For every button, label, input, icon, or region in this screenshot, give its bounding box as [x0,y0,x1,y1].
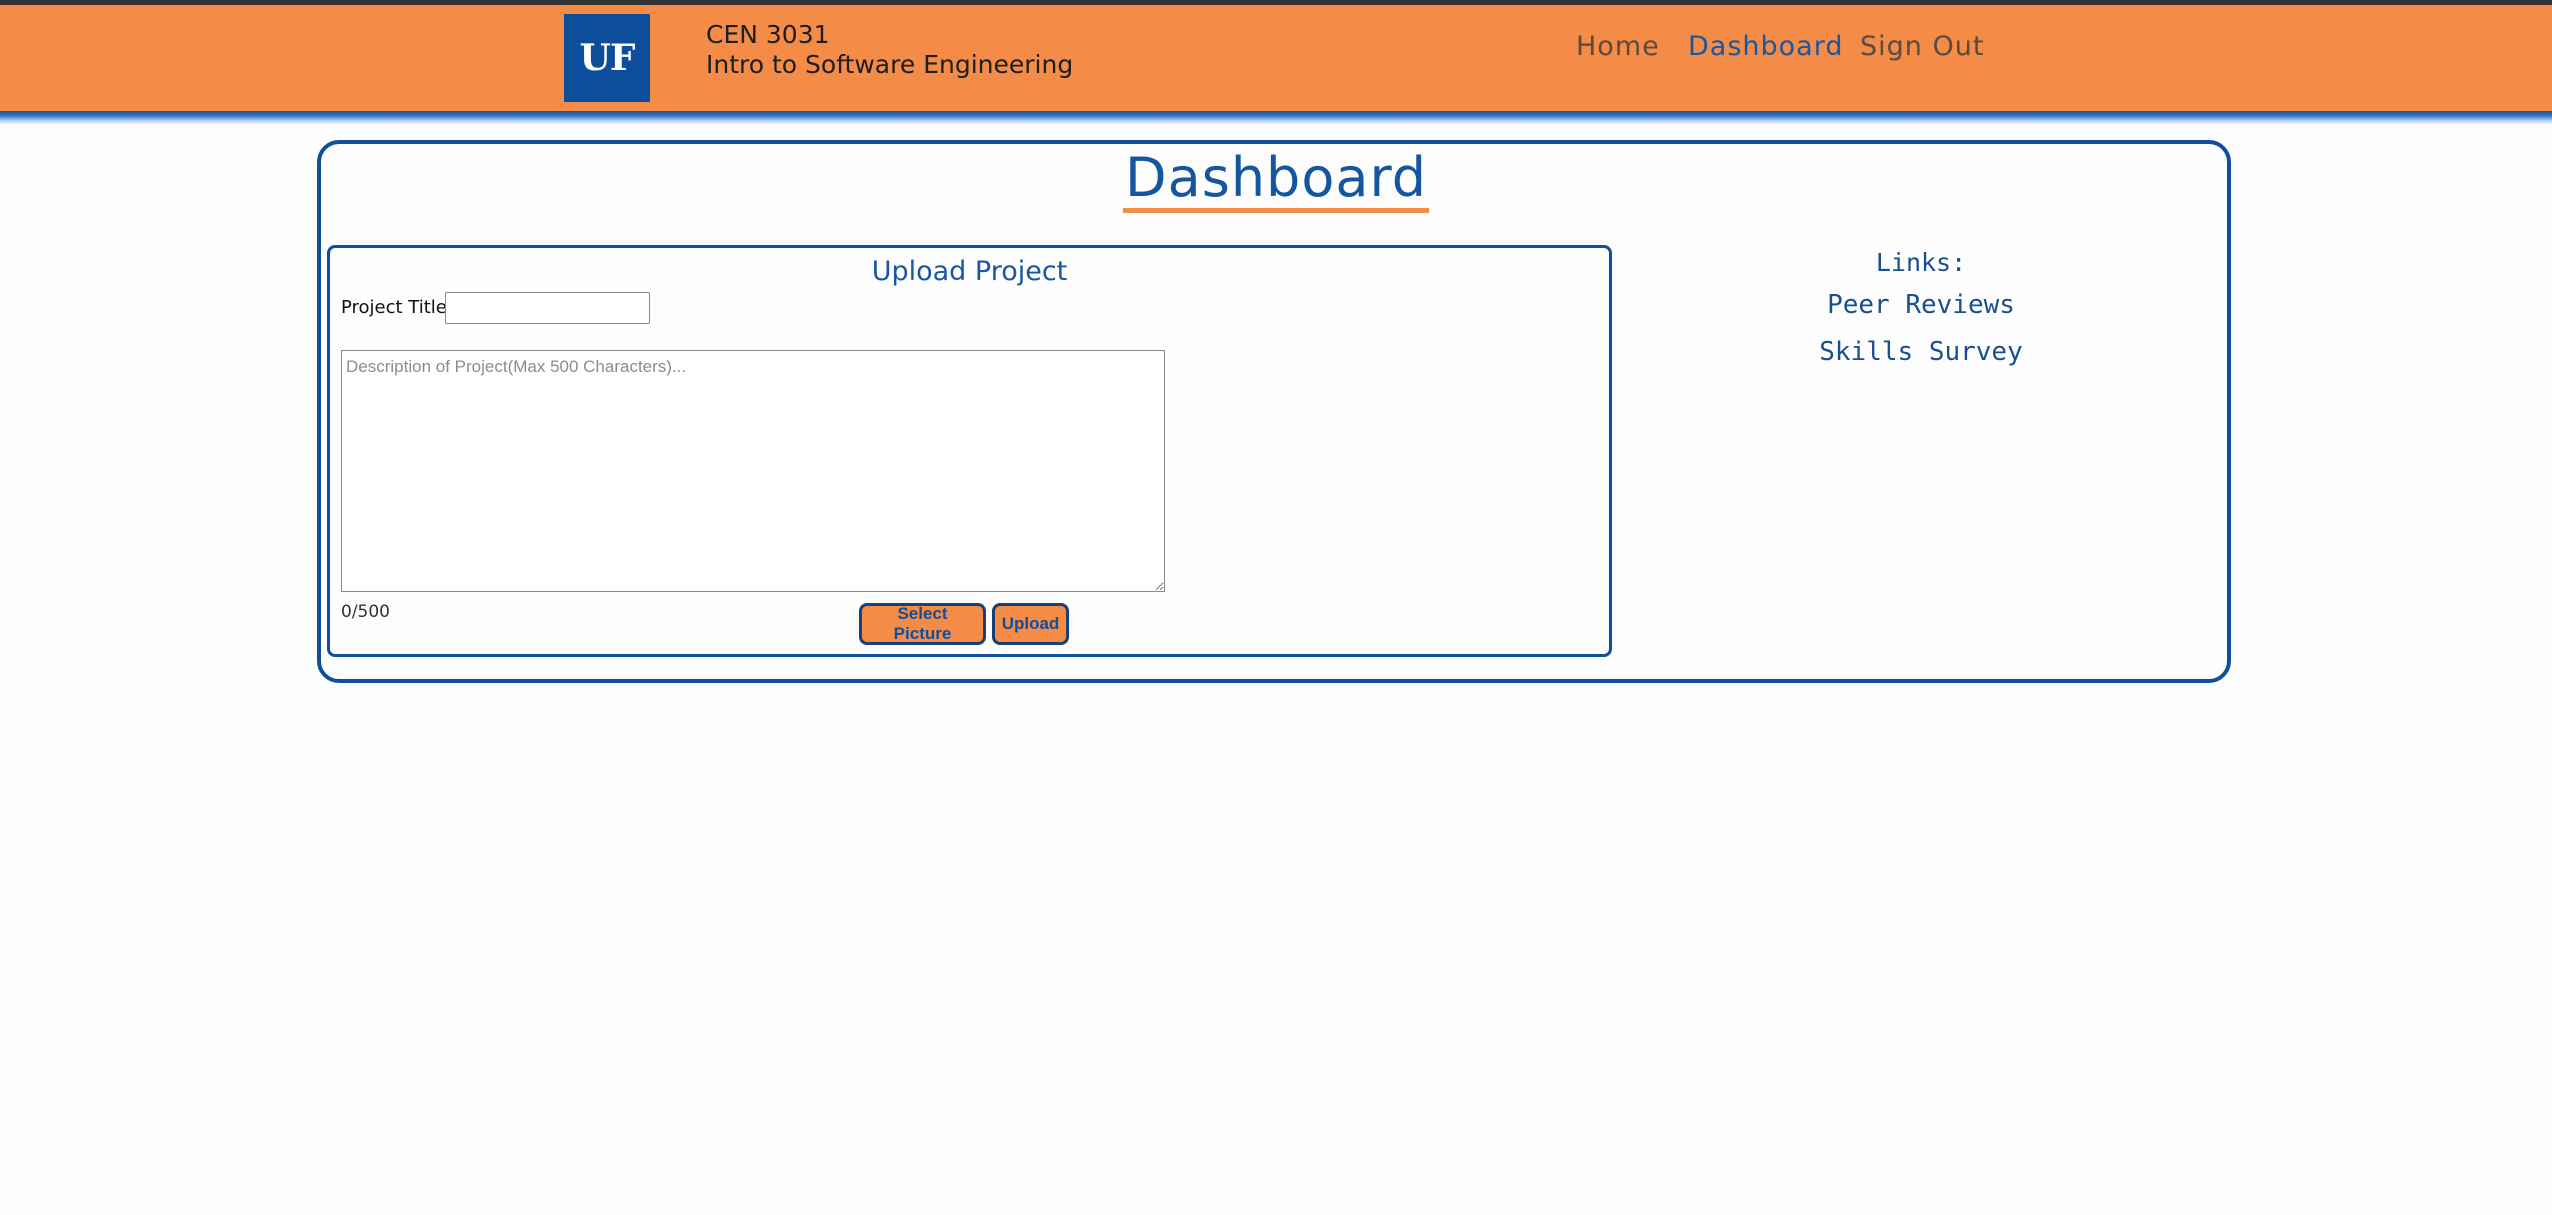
peer-reviews-link[interactable]: Peer Reviews [1770,290,2072,320]
upload-button[interactable]: Upload [992,603,1069,645]
nav-dashboard-link[interactable]: Dashboard [1688,31,1843,62]
nav-signout-link[interactable]: Sign Out [1860,31,1984,62]
page-title: Dashboard [0,148,2552,213]
navbar: UF CEN 3031 Intro to Software Engineerin… [0,5,2552,111]
select-picture-button[interactable]: Select Picture [859,603,986,645]
navbar-shadow [0,111,2552,125]
nav-home-link[interactable]: Home [1576,31,1660,62]
project-title-label: Project Title: [341,297,453,318]
course-title: CEN 3031 Intro to Software Engineering [706,20,1073,80]
upload-project-heading: Upload Project [871,256,1068,287]
char-counter: 0/500 [341,602,390,622]
links-heading: Links: [1875,248,1967,277]
uf-logo[interactable]: UF [564,14,650,102]
project-title-input[interactable] [445,292,650,324]
course-code: CEN 3031 [706,20,830,49]
page-title-text: Dashboard [1123,148,1429,213]
skills-survey-link[interactable]: Skills Survey [1770,337,2072,367]
project-description-textarea[interactable] [341,350,1165,592]
course-name: Intro to Software Engineering [706,50,1074,79]
